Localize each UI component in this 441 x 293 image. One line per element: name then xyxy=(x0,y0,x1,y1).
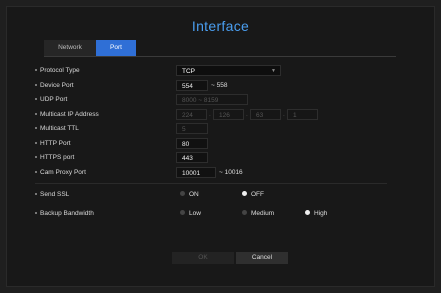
multicast-ip-octet-3: 63 xyxy=(250,109,281,120)
multicast-ip-octet-2: 126 xyxy=(213,109,244,120)
protocol-type-label: Protocol Type xyxy=(35,65,80,77)
multicast-ip-label: Multicast IP Address xyxy=(35,109,99,121)
https-port-label: HTTPS port xyxy=(35,152,74,164)
cam-proxy-port-label: Cam Proxy Port xyxy=(35,167,86,179)
multicast-ttl-input: 5 xyxy=(176,123,208,134)
bandwidth-high-radio[interactable]: High xyxy=(305,209,327,219)
send-ssl-on-radio[interactable]: ON xyxy=(180,190,199,200)
bullet-icon xyxy=(35,113,37,116)
radio-selected-icon xyxy=(242,190,247,196)
bullet-icon xyxy=(35,98,37,101)
ip-separator: . xyxy=(209,111,211,118)
protocol-type-text: Protocol Type xyxy=(40,67,80,74)
multicast-ip-text: Multicast IP Address xyxy=(40,111,99,118)
multicast-ip-octet-4: 1 xyxy=(287,109,318,120)
bullet-icon xyxy=(35,193,37,196)
cam-proxy-port-range-end: ~ 10016 xyxy=(219,169,243,176)
device-port-input[interactable]: 554 xyxy=(176,80,208,91)
bandwidth-low-label: Low xyxy=(189,210,201,217)
bullet-icon xyxy=(35,142,37,145)
ok-button: OK xyxy=(172,252,234,264)
bullet-icon xyxy=(35,171,37,174)
send-ssl-text: Send SSL xyxy=(40,191,70,198)
radio-circle-icon xyxy=(180,190,185,196)
http-port-label: HTTP Port xyxy=(35,138,71,150)
protocol-type-select[interactable]: TCP ▼ xyxy=(176,65,281,76)
protocol-type-value: TCP xyxy=(182,68,195,75)
bullet-icon xyxy=(35,212,37,215)
https-port-text: HTTPS port xyxy=(40,154,75,161)
bullet-icon xyxy=(35,127,37,130)
tab-port[interactable]: Port xyxy=(96,40,136,56)
radio-circle-icon xyxy=(180,209,185,215)
bandwidth-high-label: High xyxy=(314,210,328,217)
chevron-down-icon: ▼ xyxy=(271,68,276,74)
bandwidth-low-radio[interactable]: Low xyxy=(180,209,201,219)
cancel-button[interactable]: Cancel xyxy=(236,252,288,264)
https-port-input[interactable]: 443 xyxy=(176,152,208,163)
bandwidth-medium-label: Medium xyxy=(251,210,275,217)
send-ssl-off-radio[interactable]: OFF xyxy=(242,190,264,200)
backup-bandwidth-label: Backup Bandwidth xyxy=(35,208,94,220)
http-port-text: HTTP Port xyxy=(40,140,71,147)
multicast-ttl-label: Multicast TTL xyxy=(35,123,79,135)
multicast-ip-octet-1: 224 xyxy=(176,109,207,120)
device-port-range-end: ~ 558 xyxy=(211,82,228,89)
cam-proxy-port-input[interactable]: 10001 xyxy=(176,167,216,178)
device-port-label: Device Port xyxy=(35,80,74,92)
send-ssl-label: Send SSL xyxy=(35,189,69,201)
send-ssl-on-label: ON xyxy=(189,191,199,198)
http-port-input[interactable]: 80 xyxy=(176,138,208,149)
radio-selected-icon xyxy=(305,209,310,215)
backup-bandwidth-text: Backup Bandwidth xyxy=(40,210,94,217)
bullet-icon xyxy=(35,156,37,159)
bullet-icon xyxy=(35,84,37,87)
udp-port-input: 8000 ~ 8159 xyxy=(176,94,248,105)
ip-separator: . xyxy=(246,111,248,118)
tab-underline xyxy=(44,56,396,57)
radio-circle-icon xyxy=(242,209,247,215)
bullet-icon xyxy=(35,69,37,72)
udp-port-label: UDP Port xyxy=(35,94,67,106)
bandwidth-medium-radio[interactable]: Medium xyxy=(242,209,274,219)
divider xyxy=(35,183,387,184)
page-title: Interface xyxy=(191,18,250,34)
multicast-ttl-text: Multicast TTL xyxy=(40,125,79,132)
tab-bar: Network Port xyxy=(44,40,136,56)
tab-network[interactable]: Network xyxy=(44,40,96,56)
device-port-text: Device Port xyxy=(40,82,74,89)
udp-port-text: UDP Port xyxy=(40,96,68,103)
ip-separator: . xyxy=(283,111,285,118)
send-ssl-off-label: OFF xyxy=(251,191,264,198)
cam-proxy-port-text: Cam Proxy Port xyxy=(40,169,86,176)
